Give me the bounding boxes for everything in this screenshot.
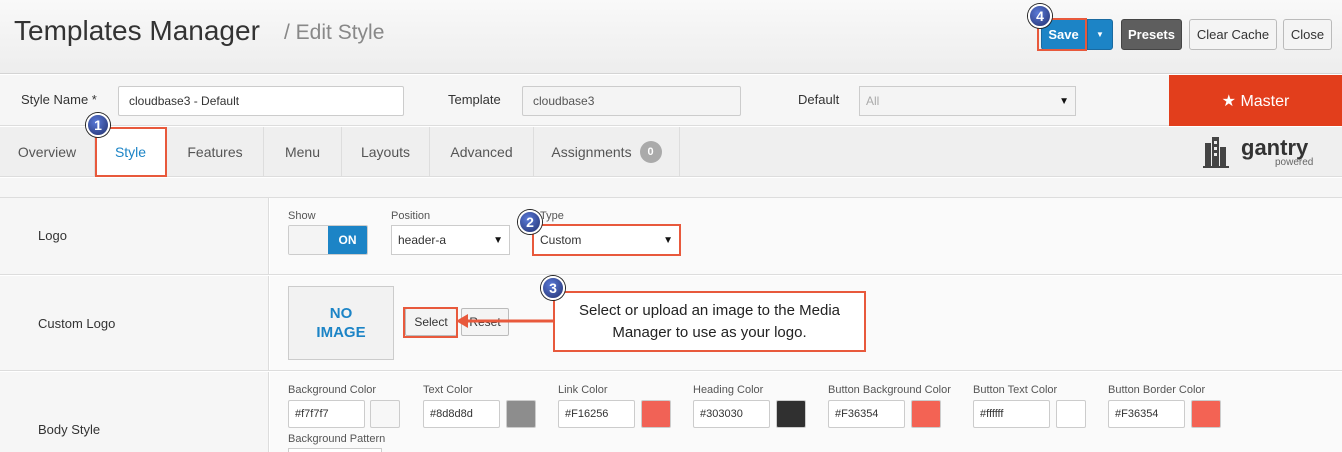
toggle-on-side: ON xyxy=(328,226,367,254)
logo-image-preview: NO IMAGE xyxy=(288,286,394,360)
template-field: cloudbase3 xyxy=(522,86,741,116)
tab-layouts[interactable]: Layouts xyxy=(342,127,430,177)
custom-logo-section-header: Custom Logo xyxy=(0,276,269,370)
default-select[interactable]: All ▼ xyxy=(859,86,1076,116)
default-label: Default xyxy=(798,92,840,107)
page-title: Templates Manager xyxy=(14,15,260,46)
style-name-label: Style Name * xyxy=(21,92,97,107)
no-image-line2: IMAGE xyxy=(316,324,366,341)
button-border-color-label: Button Border Color xyxy=(1108,384,1206,396)
background-pattern-select[interactable] xyxy=(288,448,382,452)
button-border-color-input[interactable]: #F36354 xyxy=(1108,400,1185,428)
heading-color-input[interactable]: #303030 xyxy=(693,400,770,428)
tab-assignments[interactable]: Assignments 0 xyxy=(534,127,680,177)
caret-down-icon: ▼ xyxy=(1059,95,1069,107)
callout-line1: Select or upload an image to the Media xyxy=(579,302,840,319)
button-text-color-input[interactable]: #ffffff xyxy=(973,400,1050,428)
tab-menu[interactable]: Menu xyxy=(264,127,342,177)
caret-down-icon: ▼ xyxy=(493,234,503,246)
position-select[interactable]: header-a ▼ xyxy=(391,225,510,255)
caret-down-icon: ▼ xyxy=(1096,30,1104,39)
annotation-highlight-style-tab xyxy=(95,127,167,177)
link-color-swatch[interactable] xyxy=(641,400,671,428)
master-button[interactable]: ★ Master xyxy=(1169,75,1342,126)
assignments-count-badge: 0 xyxy=(639,141,662,163)
annotation-callout: Select or upload an image to the Media M… xyxy=(553,291,866,352)
text-color-swatch[interactable] xyxy=(506,400,536,428)
tab-bar: Overview Style Features Menu Layouts Adv… xyxy=(0,127,1342,177)
heading-color-swatch[interactable] xyxy=(776,400,806,428)
gantry-powered: powered xyxy=(1275,157,1314,168)
button-border-color-swatch[interactable] xyxy=(1191,400,1221,428)
presets-button[interactable]: Presets xyxy=(1121,19,1182,50)
annotation-marker-1: 1 xyxy=(86,113,110,137)
text-color-input[interactable]: #8d8d8d xyxy=(423,400,500,428)
background-pattern-label: Background Pattern xyxy=(288,433,386,445)
section-spacer xyxy=(0,178,1342,198)
annotation-highlight-type xyxy=(532,224,681,256)
annotation-marker-3: 3 xyxy=(541,276,565,300)
annotation-highlight-select xyxy=(403,307,458,338)
position-select-value: header-a xyxy=(398,233,447,247)
tab-advanced[interactable]: Advanced xyxy=(430,127,534,177)
annotation-arrow-icon xyxy=(456,314,554,328)
button-background-color-swatch[interactable] xyxy=(911,400,941,428)
save-dropdown-button[interactable]: ▼ xyxy=(1087,19,1113,50)
custom-logo-section-label: Custom Logo xyxy=(38,316,116,331)
button-background-color-input[interactable]: #F36354 xyxy=(828,400,905,428)
clear-cache-button[interactable]: Clear Cache xyxy=(1189,19,1277,50)
body-style-section-label: Body Style xyxy=(38,422,101,437)
toggle-off-side xyxy=(289,226,328,254)
page-header: Templates Manager / Edit Style Save ▼ Pr… xyxy=(0,0,1342,74)
style-details-bar: Style Name * cloudbase3 - Default Templa… xyxy=(0,75,1342,126)
tab-overview[interactable]: Overview xyxy=(0,127,95,177)
position-label: Position xyxy=(391,210,431,222)
body-style-section-header: Body Style xyxy=(0,372,269,452)
annotation-marker-2: 2 xyxy=(518,210,542,234)
close-button[interactable]: Close xyxy=(1283,19,1332,50)
template-label: Template xyxy=(448,92,501,107)
type-label: Type xyxy=(540,210,564,222)
background-color-label: Background Color xyxy=(288,384,377,396)
link-color-input[interactable]: #F16256 xyxy=(558,400,635,428)
text-color-label: Text Color xyxy=(423,384,473,396)
no-image-line1: NO xyxy=(329,305,353,322)
annotation-marker-4: 4 xyxy=(1028,4,1052,28)
heading-color-label: Heading Color xyxy=(693,384,764,396)
gantry-logo: gantry powered xyxy=(1203,133,1323,171)
button-text-color-label: Button Text Color xyxy=(973,384,1058,396)
link-color-label: Link Color xyxy=(558,384,608,396)
background-color-input[interactable]: #f7f7f7 xyxy=(288,400,365,428)
default-select-value: All xyxy=(866,94,880,108)
tab-assignments-label: Assignments xyxy=(551,144,632,160)
style-name-input[interactable]: cloudbase3 - Default xyxy=(118,86,404,116)
background-color-swatch[interactable] xyxy=(370,400,400,428)
logo-section-header: Logo xyxy=(0,198,269,274)
page-subtitle: / Edit Style xyxy=(284,21,385,44)
button-background-color-label: Button Background Color xyxy=(828,384,951,396)
show-label: Show xyxy=(288,210,316,222)
callout-line2: Manager to use as your logo. xyxy=(612,324,807,341)
button-text-color-swatch[interactable] xyxy=(1056,400,1086,428)
logo-section-label: Logo xyxy=(38,228,67,243)
tab-features[interactable]: Features xyxy=(167,127,264,177)
show-toggle[interactable]: ON xyxy=(288,225,368,255)
